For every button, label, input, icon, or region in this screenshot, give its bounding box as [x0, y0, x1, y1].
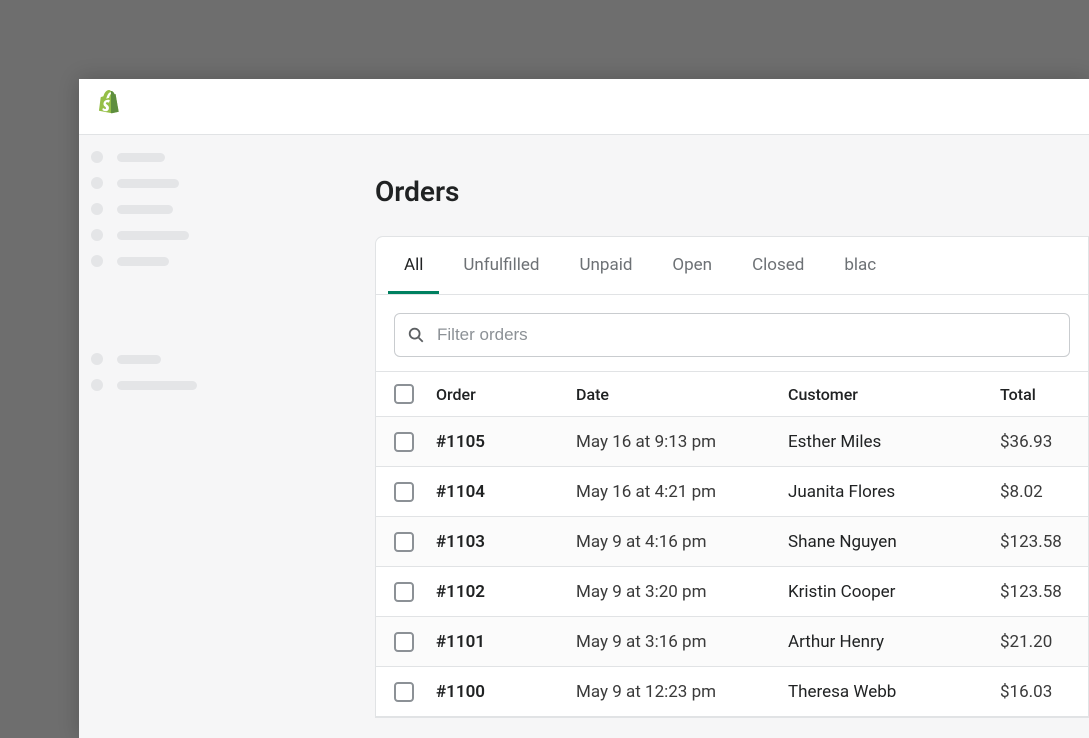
nav-label-placeholder — [117, 153, 165, 162]
table-row[interactable]: #1102May 9 at 3:20 pmKristin Cooper$123.… — [376, 567, 1088, 617]
filter-row — [376, 295, 1088, 371]
order-total: $21.20 — [1000, 632, 1070, 652]
table-row[interactable]: #1100May 9 at 12:23 pmTheresa Webb$16.03 — [376, 667, 1088, 717]
order-customer[interactable]: Theresa Webb — [788, 682, 1000, 702]
filter-input[interactable] — [437, 325, 1057, 345]
order-id[interactable]: #1100 — [436, 682, 576, 702]
tab-unfulfilled[interactable]: Unfulfilled — [447, 237, 555, 294]
order-total: $16.03 — [1000, 682, 1070, 702]
table-row[interactable]: #1103May 9 at 4:16 pmShane Nguyen$123.58 — [376, 517, 1088, 567]
order-id[interactable]: #1102 — [436, 582, 576, 602]
order-customer[interactable]: Esther Miles — [788, 432, 1000, 452]
row-checkbox-cell — [394, 682, 436, 702]
row-checkbox-cell — [394, 582, 436, 602]
order-total: $8.02 — [1000, 482, 1070, 502]
row-checkbox-cell — [394, 432, 436, 452]
nav-label-placeholder — [117, 205, 173, 214]
tab-all[interactable]: All — [388, 237, 439, 294]
order-id[interactable]: #1103 — [436, 532, 576, 552]
sidebar-item-placeholder — [91, 379, 307, 391]
orders-table: Order Date Customer Total #1105May 16 at… — [376, 371, 1088, 717]
sidebar-item-placeholder — [91, 151, 307, 163]
tab-open[interactable]: Open — [656, 237, 728, 294]
nav-dot-icon — [91, 203, 103, 215]
row-checkbox-cell — [394, 482, 436, 502]
header-total[interactable]: Total — [1000, 385, 1070, 404]
select-all-checkbox[interactable] — [394, 384, 414, 404]
order-customer[interactable]: Arthur Henry — [788, 632, 1000, 652]
order-date: May 9 at 3:16 pm — [576, 632, 788, 652]
row-checkbox[interactable] — [394, 432, 414, 452]
orders-card: AllUnfulfilledUnpaidOpenClosedblac — [375, 236, 1089, 718]
table-row[interactable]: #1101May 9 at 3:16 pmArthur Henry$21.20 — [376, 617, 1088, 667]
order-customer[interactable]: Kristin Cooper — [788, 582, 1000, 602]
sidebar-item-placeholder — [91, 353, 307, 365]
order-total: $123.58 — [1000, 582, 1070, 602]
order-customer[interactable]: Shane Nguyen — [788, 532, 1000, 552]
row-checkbox-cell — [394, 632, 436, 652]
sidebar-item-placeholder — [91, 177, 307, 189]
order-date: May 9 at 12:23 pm — [576, 682, 788, 702]
nav-label-placeholder — [117, 381, 197, 390]
order-id[interactable]: #1101 — [436, 632, 576, 652]
sidebar — [79, 135, 319, 738]
order-date: May 9 at 4:16 pm — [576, 532, 788, 552]
row-checkbox-cell — [394, 532, 436, 552]
nav-dot-icon — [91, 255, 103, 267]
order-total: $123.58 — [1000, 532, 1070, 552]
table-header-row: Order Date Customer Total — [376, 371, 1088, 417]
order-date: May 16 at 9:13 pm — [576, 432, 788, 452]
header-customer[interactable]: Customer — [788, 385, 1000, 404]
main-content: Orders AllUnfulfilledUnpaidOpenClosedbla… — [319, 135, 1089, 738]
nav-label-placeholder — [117, 179, 179, 188]
order-customer[interactable]: Juanita Flores — [788, 482, 1000, 502]
sidebar-item-placeholder — [91, 255, 307, 267]
row-checkbox[interactable] — [394, 532, 414, 552]
row-checkbox[interactable] — [394, 482, 414, 502]
page-title: Orders — [375, 175, 1089, 208]
topbar — [79, 79, 1089, 135]
nav-dot-icon — [91, 379, 103, 391]
header-order[interactable]: Order — [436, 385, 576, 404]
search-icon — [407, 326, 425, 344]
order-total: $36.93 — [1000, 432, 1070, 452]
table-body: #1105May 16 at 9:13 pmEsther Miles$36.93… — [376, 417, 1088, 717]
order-id[interactable]: #1105 — [436, 432, 576, 452]
nav-dot-icon — [91, 353, 103, 365]
nav-dot-icon — [91, 151, 103, 163]
app-window: Orders AllUnfulfilledUnpaidOpenClosedbla… — [79, 79, 1089, 738]
nav-label-placeholder — [117, 355, 161, 364]
nav-label-placeholder — [117, 231, 189, 240]
tab-blac[interactable]: blac — [828, 237, 892, 294]
row-checkbox[interactable] — [394, 682, 414, 702]
tab-unpaid[interactable]: Unpaid — [563, 237, 648, 294]
order-date: May 9 at 3:20 pm — [576, 582, 788, 602]
body: Orders AllUnfulfilledUnpaidOpenClosedbla… — [79, 135, 1089, 738]
nav-dot-icon — [91, 229, 103, 241]
tab-closed[interactable]: Closed — [736, 237, 820, 294]
header-checkbox-cell — [394, 384, 436, 404]
order-date: May 16 at 4:21 pm — [576, 482, 788, 502]
nav-dot-icon — [91, 177, 103, 189]
sidebar-item-placeholder — [91, 229, 307, 241]
order-id[interactable]: #1104 — [436, 482, 576, 502]
nav-label-placeholder — [117, 257, 169, 266]
tabs: AllUnfulfilledUnpaidOpenClosedblac — [376, 237, 1088, 295]
row-checkbox[interactable] — [394, 582, 414, 602]
sidebar-item-placeholder — [91, 203, 307, 215]
shopify-logo-icon — [95, 90, 125, 124]
table-row[interactable]: #1104May 16 at 4:21 pmJuanita Flores$8.0… — [376, 467, 1088, 517]
filter-input-wrap[interactable] — [394, 313, 1070, 357]
header-date[interactable]: Date — [576, 385, 788, 404]
row-checkbox[interactable] — [394, 632, 414, 652]
table-row[interactable]: #1105May 16 at 9:13 pmEsther Miles$36.93 — [376, 417, 1088, 467]
